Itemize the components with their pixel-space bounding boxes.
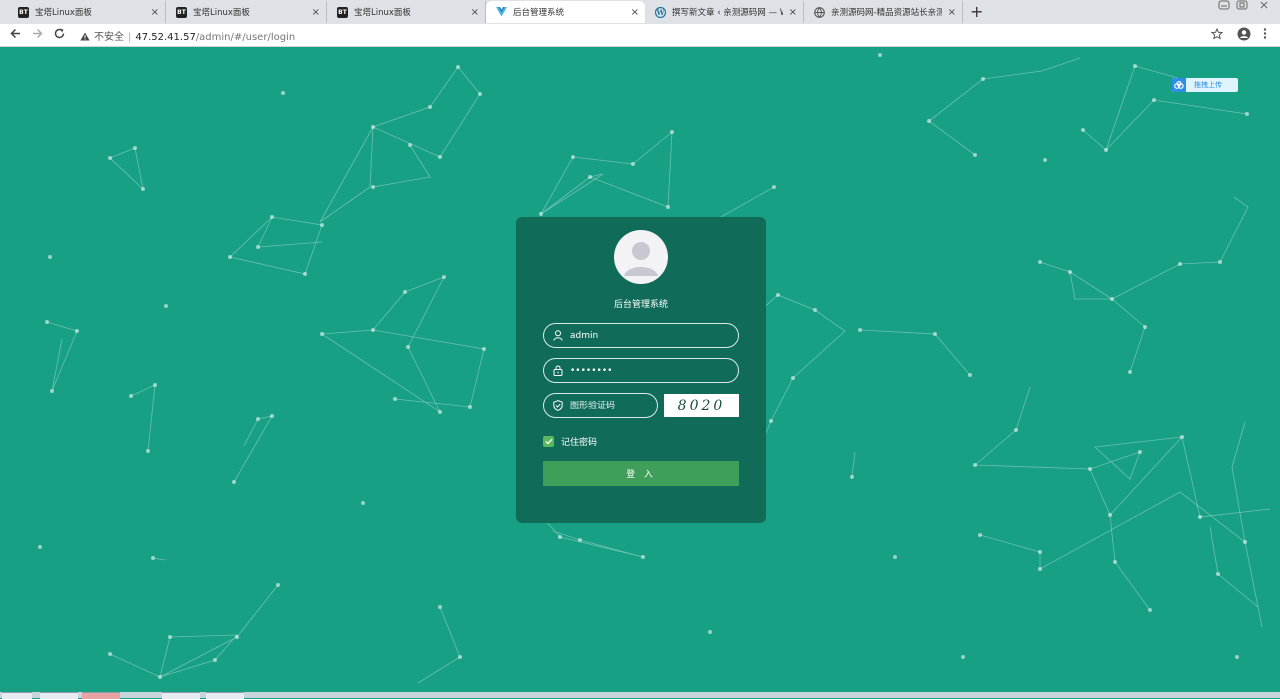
captcha-image[interactable]: 8020 — [664, 394, 739, 417]
tab-wordpress[interactable]: W 撰写新文章 ‹ 亲测源码网 — Wo × — [645, 1, 804, 23]
shield-check-icon — [552, 400, 564, 412]
tab-title: 亲测源码网-精品资源站长亲测 — [831, 8, 942, 18]
username-field[interactable] — [543, 323, 739, 348]
reload-icon[interactable] — [53, 27, 66, 44]
forward-icon[interactable] — [31, 27, 44, 44]
close-window-icon[interactable] — [1258, 0, 1270, 13]
tab-admin-active[interactable]: 后台管理系统 × — [486, 1, 645, 23]
captcha-text: 8020 — [677, 397, 726, 414]
tab-bt-3[interactable]: BT 宝塔Linux面板 × — [327, 1, 486, 23]
vue-icon — [496, 7, 507, 18]
close-tab-icon[interactable]: × — [471, 7, 479, 18]
user-icon — [552, 330, 564, 342]
user-avatar-icon — [624, 242, 658, 276]
close-tab-icon[interactable]: × — [948, 7, 956, 18]
tab-bt-1[interactable]: BT 宝塔Linux面板 × — [8, 1, 166, 23]
tab-source-site[interactable]: 亲测源码网-精品资源站长亲测 × — [804, 1, 963, 23]
login-card: 后台管理系统 8020 记住密码 — [516, 217, 766, 523]
close-tab-icon[interactable]: × — [631, 7, 639, 18]
tab-strip: BT 宝塔Linux面板 × BT 宝塔Linux面板 × BT 宝塔Linux… — [0, 0, 1280, 24]
url-host: 47.52.41.57 — [135, 32, 196, 43]
cloud-upload-icon — [1172, 78, 1186, 92]
address-bar: 不安全 | 47.52.41.57/admin/#/user/login — [0, 24, 1280, 47]
profile-icon[interactable] — [1237, 27, 1251, 45]
warning-icon — [80, 32, 90, 41]
password-field[interactable] — [543, 358, 739, 383]
url-field[interactable]: 不安全 | 47.52.41.57/admin/#/user/login — [80, 28, 295, 43]
bt-icon: BT — [18, 6, 29, 18]
tab-title: 宝塔Linux面板 — [193, 8, 250, 18]
avatar — [614, 230, 668, 284]
tab-title: 宝塔Linux面板 — [35, 8, 92, 18]
captcha-field[interactable] — [543, 393, 658, 418]
security-label: 不安全 — [94, 32, 124, 43]
close-tab-icon[interactable]: × — [789, 7, 797, 18]
bt-icon: BT — [337, 6, 348, 18]
url-path: /admin/#/user/login — [195, 32, 296, 43]
minimize-icon[interactable] — [1218, 0, 1230, 13]
password-input[interactable] — [570, 365, 710, 376]
tab-title: 撰写新文章 ‹ 亲测源码网 — Wo — [672, 8, 783, 18]
login-title: 后台管理系统 — [613, 300, 668, 310]
bookmark-star-icon[interactable] — [1210, 27, 1224, 44]
tab-title: 宝塔Linux面板 — [354, 8, 411, 18]
tab-bt-2[interactable]: BT 宝塔Linux面板 × — [166, 1, 327, 23]
drag-upload-button[interactable]: 拖拽上传 — [1172, 78, 1238, 92]
username-input[interactable] — [570, 330, 710, 341]
menu-dots-icon[interactable] — [1263, 27, 1267, 44]
captcha-input[interactable] — [570, 400, 650, 411]
login-button[interactable]: 登 入 — [543, 461, 739, 486]
globe-icon — [814, 6, 825, 18]
bt-icon: BT — [176, 6, 187, 18]
svg-text:W: W — [656, 8, 665, 17]
remember-label: 记住密码 — [561, 438, 598, 448]
tab-title: 后台管理系统 — [513, 8, 565, 18]
lock-icon — [552, 365, 564, 377]
back-icon[interactable] — [9, 27, 22, 44]
close-tab-icon[interactable]: × — [151, 7, 159, 18]
login-page: 拖拽上传 后台管理系统 8 — [0, 47, 1280, 692]
drag-upload-label: 拖拽上传 — [1194, 81, 1222, 89]
maximize-icon[interactable] — [1236, 0, 1248, 13]
taskbar — [0, 692, 1280, 699]
remember-checkbox[interactable] — [543, 436, 554, 447]
remember-password[interactable]: 记住密码 — [543, 435, 597, 448]
wordpress-icon: W — [655, 6, 666, 18]
new-tab-button[interactable]: + — [970, 2, 983, 21]
close-tab-icon[interactable]: × — [312, 7, 320, 18]
